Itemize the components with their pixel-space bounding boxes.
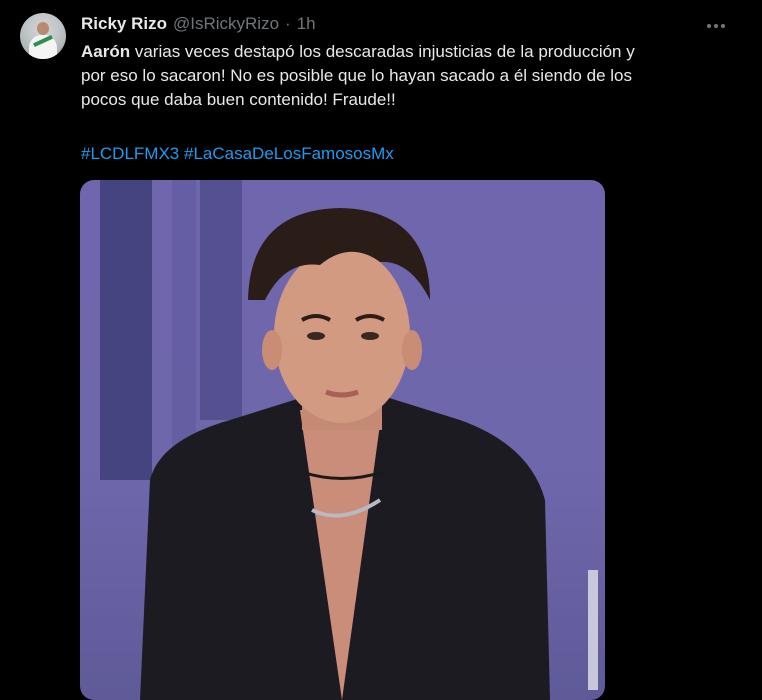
tweet-header: Ricky Rizo @IsRickyRizo · 1h xyxy=(81,14,316,34)
more-horizontal-icon xyxy=(707,24,725,28)
author-avatar[interactable] xyxy=(20,13,66,59)
tweet-text-line: Aarón varias veces destapó los descarada… xyxy=(81,40,721,64)
tweet-text-rest: pocos que daba buen contenido! Fraude!! xyxy=(81,90,396,109)
header-separator: · xyxy=(285,14,291,33)
author-name[interactable]: Ricky Rizo xyxy=(81,14,167,34)
hashtag-link[interactable]: #LCDLFMX3 xyxy=(81,144,179,163)
hashtag-link[interactable]: #LaCasaDeLosFamososMx xyxy=(184,144,394,163)
media-photo xyxy=(100,180,598,700)
tweet-timestamp[interactable]: 1h xyxy=(297,14,316,34)
author-handle[interactable]: @IsRickyRizo xyxy=(173,14,279,34)
more-options-button[interactable] xyxy=(703,13,729,39)
tweet-text-line: por eso lo sacaron! No es posible que lo… xyxy=(81,64,721,88)
tweet-text-bold: Aarón xyxy=(81,42,131,61)
tweet-text: Aarón varias veces destapó los descarada… xyxy=(81,40,721,112)
tweet-hashtags: #LCDLFMX3 #LaCasaDeLosFamososMx xyxy=(81,142,394,166)
tweet-text-line: pocos que daba buen contenido! Fraude!! xyxy=(81,88,721,112)
tweet-media[interactable] xyxy=(80,180,605,700)
tweet-text-rest: varias veces destapó los descaradas inju… xyxy=(130,42,635,61)
tweet-text-rest: por eso lo sacaron! No es posible que lo… xyxy=(81,66,632,85)
avatar-head xyxy=(37,22,49,35)
